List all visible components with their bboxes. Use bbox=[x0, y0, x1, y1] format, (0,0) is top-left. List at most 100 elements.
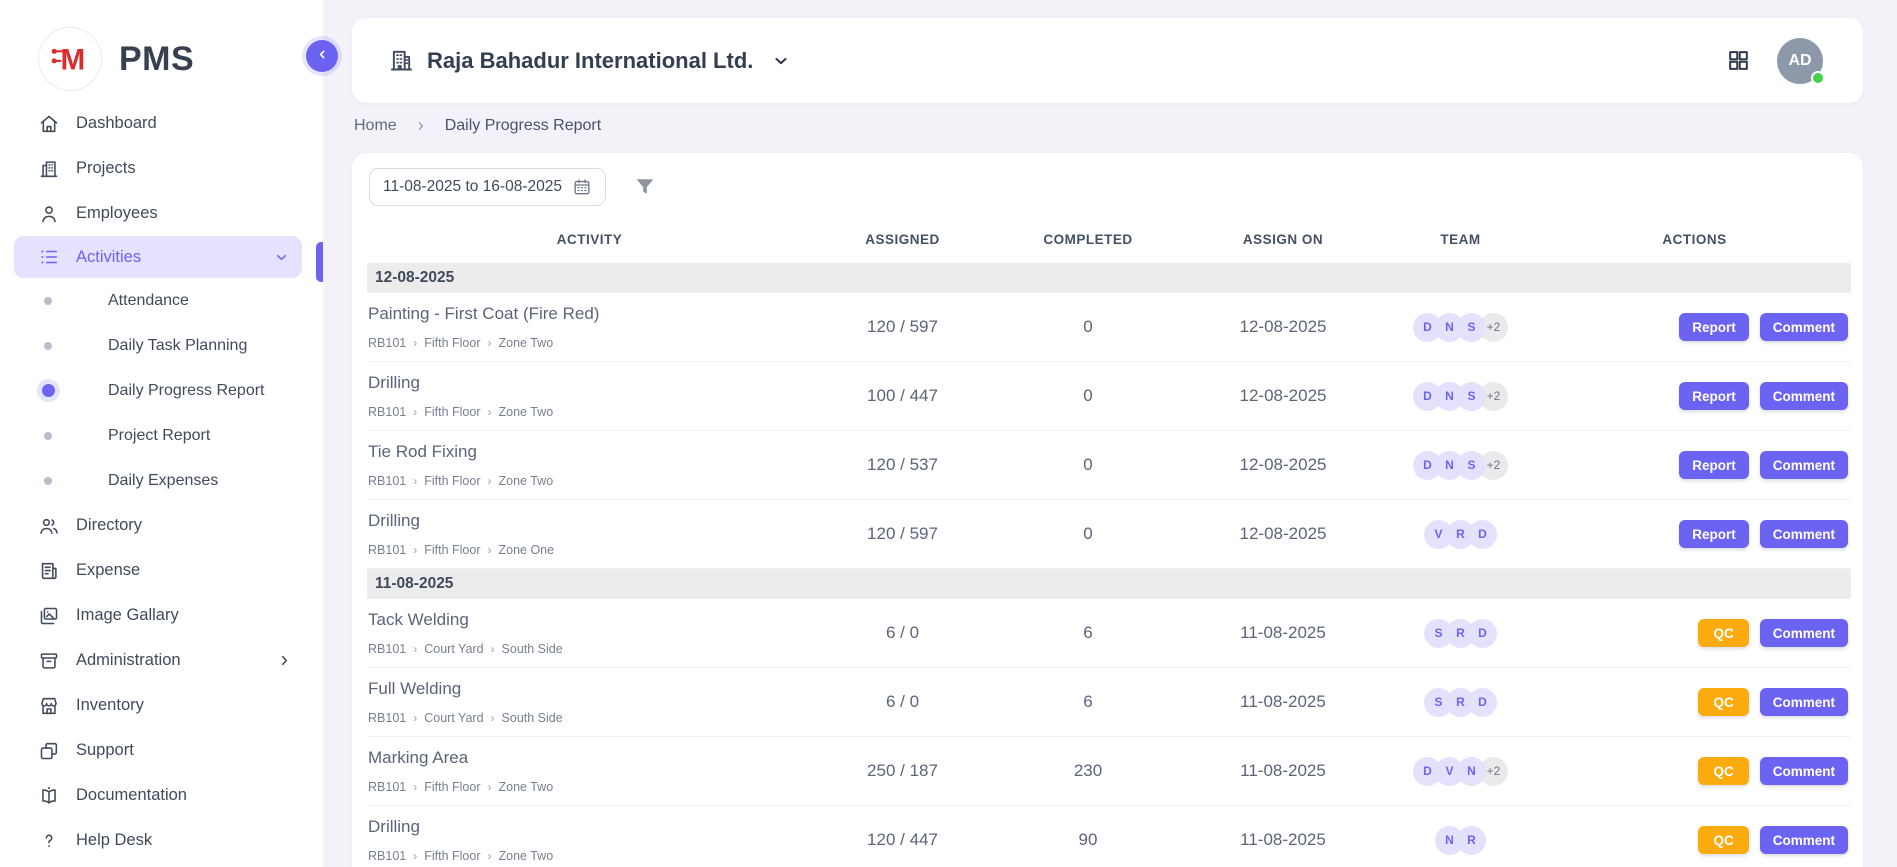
completed-value: 0 bbox=[993, 317, 1183, 337]
book-icon bbox=[38, 785, 60, 807]
sidebar-item-employees[interactable]: Employees bbox=[0, 191, 323, 236]
user-icon bbox=[38, 203, 60, 225]
qc-button[interactable]: QC bbox=[1698, 688, 1748, 716]
actions-cell: Report Comment bbox=[1538, 451, 1851, 479]
completed-value: 90 bbox=[993, 830, 1183, 850]
filter-button[interactable] bbox=[633, 175, 657, 199]
comment-button[interactable]: Comment bbox=[1760, 826, 1848, 854]
activity-name: Tie Rod Fixing bbox=[368, 442, 812, 462]
sidebar-item-administration[interactable]: Administration bbox=[0, 638, 323, 683]
team-cell: SRD bbox=[1383, 619, 1538, 648]
company-name: Raja Bahadur International Ltd. bbox=[427, 48, 753, 74]
chevron-right-icon bbox=[276, 652, 293, 669]
comment-button[interactable]: Comment bbox=[1760, 520, 1848, 548]
team-cell: DNS+2 bbox=[1383, 382, 1538, 411]
team-avatar: D bbox=[1413, 313, 1442, 342]
path-segment: RB101 bbox=[368, 336, 406, 350]
path-segment: Zone Two bbox=[499, 474, 554, 488]
path-segment: South Side bbox=[502, 642, 563, 656]
sidebar-item-projects[interactable]: Projects bbox=[0, 146, 323, 191]
column-header-assign-on: ASSIGN ON bbox=[1183, 232, 1383, 247]
team-cell: NR bbox=[1383, 826, 1538, 855]
chevron-right-icon: › bbox=[491, 642, 495, 656]
comment-button[interactable]: Comment bbox=[1760, 619, 1848, 647]
user-avatar[interactable]: AD bbox=[1777, 38, 1823, 84]
completed-value: 0 bbox=[993, 386, 1183, 406]
report-button[interactable]: Report bbox=[1679, 451, 1749, 479]
path-segment: Fifth Floor bbox=[424, 336, 480, 350]
filter-row: 11-08-2025 to 16-08-2025 bbox=[352, 153, 1863, 206]
sidebar-subitem-daily-task-planning[interactable]: Daily Task Planning bbox=[0, 323, 323, 368]
svg-text:M: M bbox=[61, 44, 86, 77]
team-avatar: N bbox=[1435, 826, 1464, 855]
sidebar-item-help-desk[interactable]: Help Desk bbox=[0, 818, 323, 863]
active-item-indicator bbox=[316, 242, 323, 282]
comment-button[interactable]: Comment bbox=[1760, 757, 1848, 785]
report-button[interactable]: Report bbox=[1679, 382, 1749, 410]
apps-grid-button[interactable] bbox=[1726, 48, 1751, 73]
report-button[interactable]: Report bbox=[1679, 313, 1749, 341]
activity-row: DrillingRB101›Fifth Floor›Zone Two120 / … bbox=[367, 806, 1851, 867]
path-segment: Zone Two bbox=[499, 405, 554, 419]
sidebar-collapse-button[interactable] bbox=[306, 40, 338, 72]
sidebar-item-inventory[interactable]: Inventory bbox=[0, 683, 323, 728]
assigned-value: 120 / 597 bbox=[812, 317, 993, 337]
activity-path: RB101›Fifth Floor›Zone Two bbox=[368, 849, 812, 863]
receipt-icon bbox=[38, 560, 60, 582]
date-group-row: 12-08-2025 bbox=[367, 263, 1851, 293]
assign-on-value: 12-08-2025 bbox=[1183, 455, 1383, 475]
sidebar-item-activities[interactable]: Activities bbox=[14, 236, 302, 278]
qc-button[interactable]: QC bbox=[1698, 826, 1748, 854]
sidebar-item-directory[interactable]: Directory bbox=[0, 503, 323, 548]
comment-button[interactable]: Comment bbox=[1760, 382, 1848, 410]
chevron-down-icon bbox=[771, 51, 791, 71]
path-segment: RB101 bbox=[368, 711, 406, 725]
main-area: Raja Bahadur International Ltd. AD Home bbox=[323, 0, 1897, 867]
chevron-right-icon: › bbox=[488, 849, 492, 863]
path-segment: Zone One bbox=[499, 543, 555, 557]
sidebar: M PMS DashboardProjectsEmployeesActiviti… bbox=[0, 0, 323, 867]
breadcrumb-home-link[interactable]: Home bbox=[354, 117, 397, 135]
sidebar-item-support[interactable]: Support bbox=[0, 728, 323, 773]
actions-cell: QC Comment bbox=[1538, 757, 1851, 785]
team-avatar: S bbox=[1424, 688, 1453, 717]
sidebar-item-dashboard[interactable]: Dashboard bbox=[0, 101, 323, 146]
company-selector[interactable]: Raja Bahadur International Ltd. bbox=[388, 47, 791, 74]
logo: M PMS bbox=[0, 0, 323, 91]
chevron-right-icon: › bbox=[488, 474, 492, 488]
path-segment: Fifth Floor bbox=[424, 849, 480, 863]
app-root: M PMS DashboardProjectsEmployeesActiviti… bbox=[0, 0, 1897, 867]
team-avatar: D bbox=[1413, 382, 1442, 411]
report-button[interactable]: Report bbox=[1679, 520, 1749, 548]
qc-button[interactable]: QC bbox=[1698, 757, 1748, 785]
sidebar-item-expense[interactable]: Expense bbox=[0, 548, 323, 593]
list-icon bbox=[38, 246, 60, 268]
comment-button[interactable]: Comment bbox=[1760, 313, 1848, 341]
activity-path: RB101›Fifth Floor›Zone One bbox=[368, 543, 812, 557]
sidebar-item-image-gallary[interactable]: Image Gallary bbox=[0, 593, 323, 638]
sidebar-item-documentation[interactable]: Documentation bbox=[0, 773, 323, 818]
sidebar-subitem-project-report[interactable]: Project Report bbox=[0, 413, 323, 458]
comment-button[interactable]: Comment bbox=[1760, 688, 1848, 716]
activity-row: Marking AreaRB101›Fifth Floor›Zone Two25… bbox=[367, 737, 1851, 806]
date-range-input[interactable]: 11-08-2025 to 16-08-2025 bbox=[369, 168, 606, 206]
funnel-icon bbox=[633, 175, 657, 199]
sidebar-subitem-daily-progress-report[interactable]: Daily Progress Report bbox=[0, 368, 323, 413]
activity-row: Full WeldingRB101›Court Yard›South Side6… bbox=[367, 668, 1851, 737]
path-segment: RB101 bbox=[368, 849, 406, 863]
activity-name: Drilling bbox=[368, 817, 812, 837]
store-icon bbox=[38, 695, 60, 717]
assign-on-value: 12-08-2025 bbox=[1183, 386, 1383, 406]
sidebar-subitem-daily-expenses[interactable]: Daily Expenses bbox=[0, 458, 323, 503]
activity-path: RB101›Fifth Floor›Zone Two bbox=[368, 780, 812, 794]
comment-button[interactable]: Comment bbox=[1760, 451, 1848, 479]
assign-on-value: 12-08-2025 bbox=[1183, 317, 1383, 337]
qc-button[interactable]: QC bbox=[1698, 619, 1748, 647]
activity-path: RB101›Court Yard›South Side bbox=[368, 711, 812, 725]
bullet-icon bbox=[44, 297, 52, 305]
topbar-actions: AD bbox=[1726, 38, 1823, 84]
copy-icon bbox=[38, 740, 60, 762]
office-building-icon bbox=[388, 47, 415, 74]
activity-row: Tack WeldingRB101›Court Yard›South Side6… bbox=[367, 599, 1851, 668]
sidebar-subitem-attendance[interactable]: Attendance bbox=[0, 278, 323, 323]
